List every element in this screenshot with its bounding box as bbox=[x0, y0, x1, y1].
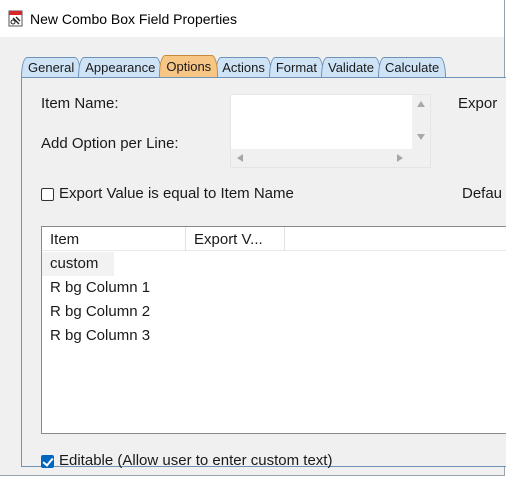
default-label: Defau bbox=[462, 185, 503, 202]
export-equal-checkbox[interactable] bbox=[41, 188, 54, 201]
scroll-down-icon[interactable] bbox=[417, 134, 425, 140]
add-option-label: Add Option per Line: bbox=[41, 135, 179, 152]
item-name-textarea[interactable] bbox=[230, 94, 431, 168]
horizontal-scrollbar[interactable] bbox=[231, 149, 414, 167]
export-value-label: Expor bbox=[458, 95, 498, 112]
list-header: Item Export V... bbox=[42, 227, 506, 251]
app-icon bbox=[8, 10, 24, 27]
tab-appearance[interactable]: Appearance bbox=[78, 57, 163, 77]
scroll-left-icon[interactable] bbox=[237, 154, 243, 162]
tab-options[interactable]: Options bbox=[159, 55, 219, 77]
options-panel: Item Name: Add Option per Line: Expor Ex… bbox=[21, 77, 506, 469]
tab-calculate[interactable]: Calculate bbox=[378, 57, 447, 77]
editable-label: Editable (Allow user to enter custom tex… bbox=[59, 452, 333, 469]
list-item[interactable]: R bg Column 3 bbox=[42, 324, 186, 348]
tab-actions[interactable]: Actions bbox=[215, 57, 272, 77]
tab-general[interactable]: General bbox=[21, 57, 82, 77]
vertical-scrollbar[interactable] bbox=[412, 95, 430, 151]
column-header-item[interactable]: Item bbox=[42, 227, 186, 251]
title-bar: New Combo Box Field Properties bbox=[0, 0, 504, 37]
tab-format[interactable]: Format bbox=[268, 57, 324, 77]
window-title: New Combo Box Field Properties bbox=[30, 10, 237, 27]
list-item[interactable]: custom bbox=[42, 252, 114, 276]
list-item[interactable]: R bg Column 2 bbox=[42, 300, 186, 324]
tab-strip: General Appearance Options Actions Forma… bbox=[21, 55, 504, 77]
item-name-label: Item Name: bbox=[41, 95, 119, 112]
dialog-body: General Appearance Options Actions Forma… bbox=[0, 37, 506, 475]
options-list[interactable]: Item Export V... custom R bg Column 1 R … bbox=[41, 226, 506, 434]
scroll-corner bbox=[412, 149, 430, 167]
scroll-right-icon[interactable] bbox=[397, 154, 403, 162]
export-equal-label: Export Value is equal to Item Name bbox=[59, 185, 294, 202]
tab-validate[interactable]: Validate bbox=[321, 57, 382, 77]
list-item[interactable]: R bg Column 1 bbox=[42, 276, 186, 300]
column-header-export-value[interactable]: Export V... bbox=[186, 227, 285, 251]
properties-dialog: New Combo Box Field Properties General A… bbox=[0, 0, 506, 476]
editable-checkbox[interactable] bbox=[41, 455, 54, 468]
scroll-up-icon[interactable] bbox=[417, 101, 425, 107]
